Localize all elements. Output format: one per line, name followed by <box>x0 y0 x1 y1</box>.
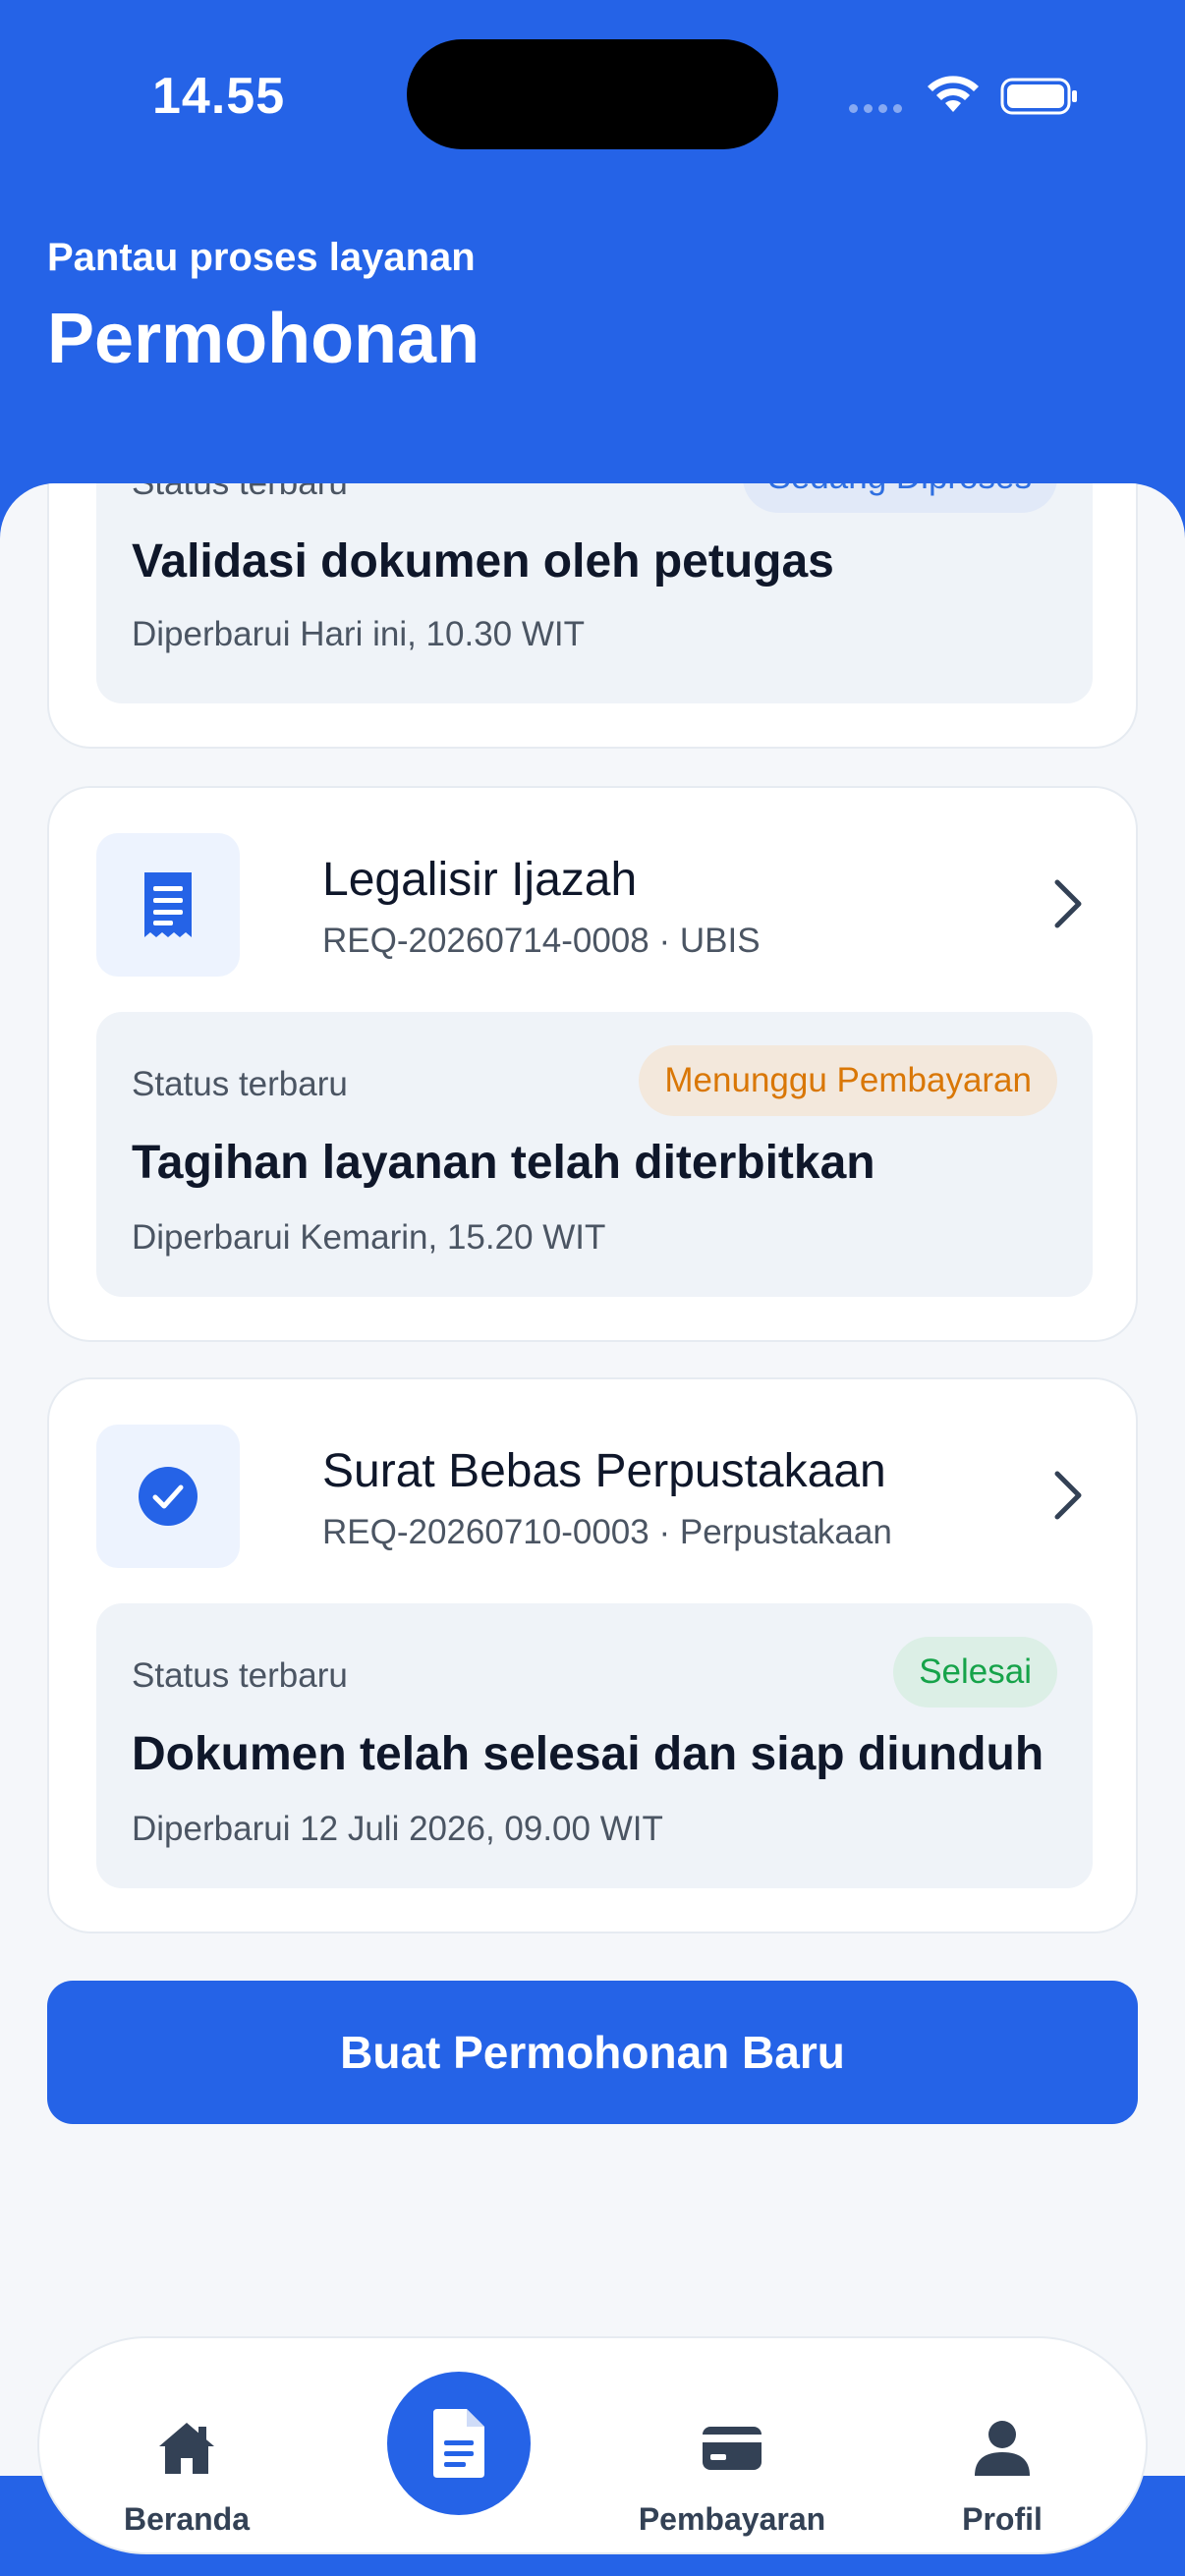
nav-profile-label: Profil <box>962 2501 1043 2537</box>
battery-icon <box>1000 78 1077 115</box>
document-icon <box>433 2409 484 2478</box>
wifi-icon <box>928 76 979 112</box>
check-circle-icon <box>96 1425 240 1568</box>
status-label: Status terbaru <box>132 1656 348 1695</box>
nav-payments-label: Pembayaran <box>638 2501 826 2537</box>
chevron-right-icon[interactable] <box>1038 1466 1097 1525</box>
chevron-right-icon[interactable] <box>1038 874 1097 933</box>
request-card[interactable]: Surat Bebas Perpustakaan REQ-20260710-00… <box>47 1377 1138 1933</box>
credit-card-icon <box>703 2427 762 2470</box>
bottom-nav: Beranda Pembayaran Profil <box>37 2336 1148 2554</box>
nav-requests[interactable] <box>387 2372 531 2515</box>
nav-home-label: Beranda <box>123 2501 251 2537</box>
status-text: Tagihan layanan telah diterbitkan <box>132 1137 875 1189</box>
request-meta: REQ-20260714-0008 · UBIS <box>322 922 761 960</box>
nav-home[interactable]: Beranda <box>79 2338 295 2556</box>
receipt-icon <box>96 833 240 977</box>
status-label: Status terbaru <box>132 483 348 503</box>
status-badge: Sedang Diproses <box>742 483 1057 513</box>
page-title: Permohonan <box>47 300 480 378</box>
status-time: 14.55 <box>152 68 286 125</box>
status-box: Status terbaru Menunggu Pembayaran Tagih… <box>96 1012 1093 1297</box>
status-updated: Diperbarui Kemarin, 15.20 WIT <box>132 1218 606 1257</box>
status-badge: Menunggu Pembayaran <box>639 1045 1057 1116</box>
status-label: Status terbaru <box>132 1065 348 1103</box>
status-updated: Diperbarui Hari ini, 10.30 WIT <box>132 615 585 653</box>
header-subtitle: Pantau proses layanan <box>47 236 476 279</box>
status-badge: Selesai <box>893 1637 1057 1708</box>
signal-icon <box>849 102 908 114</box>
status-text: Dokumen telah selesai dan siap diunduh <box>132 1728 1044 1780</box>
new-request-button[interactable]: Buat Permohonan Baru <box>47 1981 1138 2124</box>
request-list: Status terbaru Sedang Diproses Validasi … <box>0 483 1185 2576</box>
request-title: Surat Bebas Perpustakaan <box>322 1445 886 1497</box>
nav-payments[interactable]: Pembayaran <box>609 2338 855 2556</box>
status-box: Status terbaru Selesai Dokumen telah sel… <box>96 1603 1093 1888</box>
nav-profile[interactable]: Profil <box>924 2338 1081 2556</box>
status-text: Validasi dokumen oleh petugas <box>132 535 834 588</box>
request-card[interactable]: Legalisir Ijazah REQ-20260714-0008 · UBI… <box>47 786 1138 1342</box>
home-icon <box>159 2423 214 2474</box>
status-bar: 14.55 <box>0 0 1185 196</box>
card-header: Surat Bebas Perpustakaan REQ-20260710-00… <box>96 1425 1093 1568</box>
request-card[interactable]: Status terbaru Sedang Diproses Validasi … <box>47 483 1138 749</box>
status-box: Status terbaru Sedang Diproses Validasi … <box>96 483 1093 703</box>
card-header: Legalisir Ijazah REQ-20260714-0008 · UBI… <box>96 833 1093 977</box>
status-updated: Diperbarui 12 Juli 2026, 09.00 WIT <box>132 1810 663 1848</box>
dynamic-island <box>407 39 778 149</box>
request-meta: REQ-20260710-0003 · Perpustakaan <box>322 1513 892 1551</box>
user-icon <box>975 2421 1030 2476</box>
request-title: Legalisir Ijazah <box>322 854 638 906</box>
